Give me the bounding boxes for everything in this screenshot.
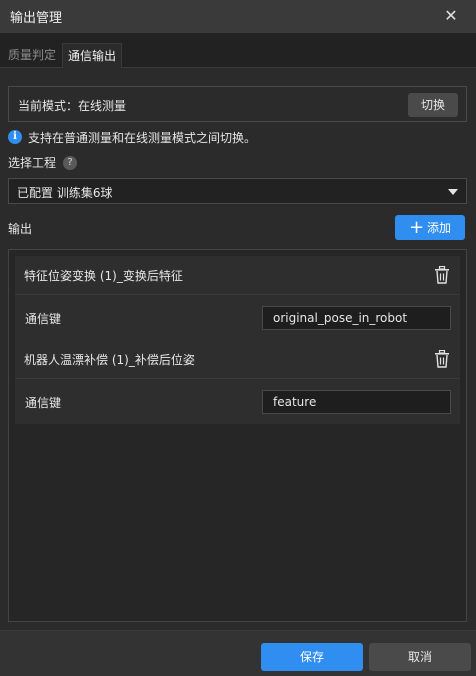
- output-item-header: 机器人温漂补偿 (1)_补偿后位姿: [15, 340, 460, 378]
- output-label: 输出: [8, 222, 33, 236]
- output-item-name: 特征位姿变换 (1)_变换后特征: [24, 269, 183, 283]
- tab-quality-judgment[interactable]: 质量判定: [3, 43, 61, 68]
- project-select[interactable]: 已配置 训练集6球: [8, 178, 467, 204]
- comm-key-label: 通信键: [25, 312, 62, 326]
- tab-communication-output[interactable]: 通信输出: [62, 43, 123, 68]
- info-text: 支持在普通测量和在线测量模式之间切换。: [28, 130, 257, 145]
- add-button-label: 添加: [427, 221, 452, 235]
- output-item-body: 通信键 original_pose_in_robot: [15, 294, 460, 340]
- info-row: i 支持在普通测量和在线测量模式之间切换。: [8, 128, 256, 146]
- project-select-value: 已配置 训练集6球: [17, 186, 113, 200]
- tab-bar: 质量判定 通信输出: [0, 33, 476, 68]
- save-button[interactable]: 保存: [261, 643, 363, 671]
- window-title: 输出管理: [10, 11, 63, 26]
- close-icon[interactable]: ✕: [442, 7, 460, 25]
- dialog-footer: 保存 取消: [0, 630, 476, 676]
- question-icon[interactable]: ?: [63, 155, 78, 170]
- current-mode-text: 当前模式：在线测量: [18, 99, 127, 113]
- select-project-label: 选择工程: [8, 156, 57, 170]
- title-bar: 输出管理 ✕: [0, 0, 476, 33]
- chevron-down-icon: [448, 189, 458, 195]
- trash-icon[interactable]: [434, 266, 450, 284]
- switch-mode-button[interactable]: 切换: [408, 93, 458, 117]
- mode-panel: 当前模式：在线测量 切换: [8, 86, 467, 122]
- add-output-button[interactable]: + 添加: [395, 215, 465, 240]
- cancel-button[interactable]: 取消: [369, 643, 471, 671]
- plus-icon: +: [408, 216, 425, 238]
- output-item-header: 特征位姿变换 (1)_变换后特征: [15, 256, 460, 294]
- output-list: 特征位姿变换 (1)_变换后特征 通信键 original_pose_in_ro…: [8, 249, 467, 622]
- output-item-body: 通信键 feature: [15, 378, 460, 424]
- comm-key-label: 通信键: [25, 396, 62, 410]
- info-icon: i: [8, 130, 22, 144]
- comm-key-input[interactable]: original_pose_in_robot: [262, 306, 451, 330]
- comm-key-input[interactable]: feature: [262, 390, 451, 414]
- project-label-row: 选择工程 ?: [8, 154, 78, 171]
- output-item-name: 机器人温漂补偿 (1)_补偿后位姿: [24, 353, 195, 367]
- trash-icon[interactable]: [434, 350, 450, 368]
